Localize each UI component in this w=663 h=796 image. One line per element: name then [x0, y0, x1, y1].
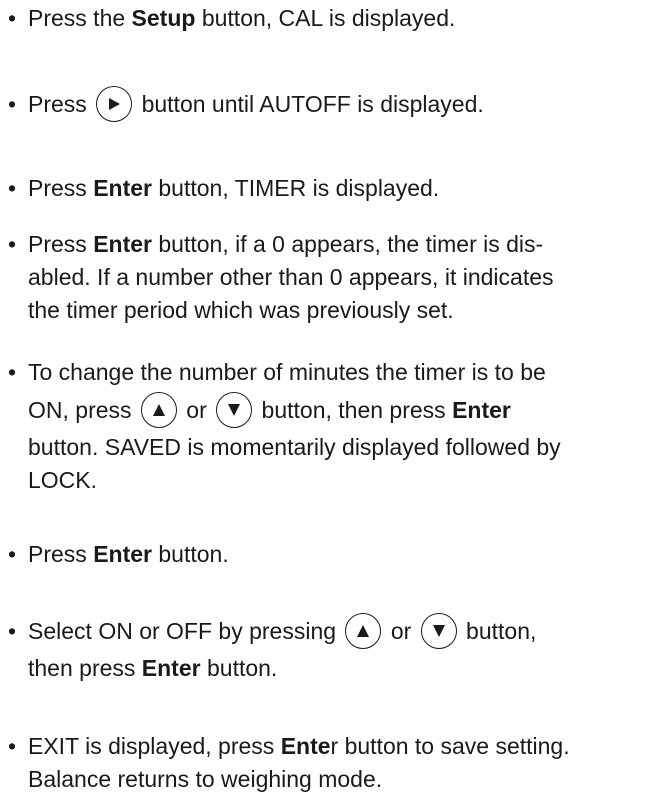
step-1: • Press the Setup button, CAL is displaye…	[8, 2, 660, 35]
setup-button-label: Setup	[131, 5, 196, 31]
step-5: • To change the number of minutes the tim…	[8, 359, 561, 493]
step-2: • Press button until AUTOFF is displayed.	[8, 85, 660, 122]
step-8: • EXIT is displayed, press Enter button t…	[8, 733, 570, 792]
right-arrow-icon	[96, 85, 133, 122]
step-7: • Select ON or OFF by pressing or button,…	[8, 610, 660, 685]
step-4: • Press Enter button, if a 0 appears, the…	[8, 231, 554, 323]
down-arrow-icon	[216, 391, 253, 428]
enter-button-label: Enter	[93, 175, 152, 201]
bullet: •	[8, 5, 17, 31]
down-arrow-icon	[420, 612, 457, 649]
step-3: • Press Enter button, TIMER is displayed.	[8, 175, 440, 201]
enter-button-label: Enter	[141, 655, 201, 681]
enter-button-label: Enter	[452, 397, 511, 423]
step-6: • Press Enter button.	[8, 541, 229, 567]
enter-button-label: Enter	[93, 541, 152, 567]
up-arrow-icon	[140, 391, 177, 428]
enter-button-label: Enter	[93, 231, 152, 257]
enter-button-label: Ente	[280, 733, 331, 759]
up-arrow-icon	[345, 612, 382, 649]
